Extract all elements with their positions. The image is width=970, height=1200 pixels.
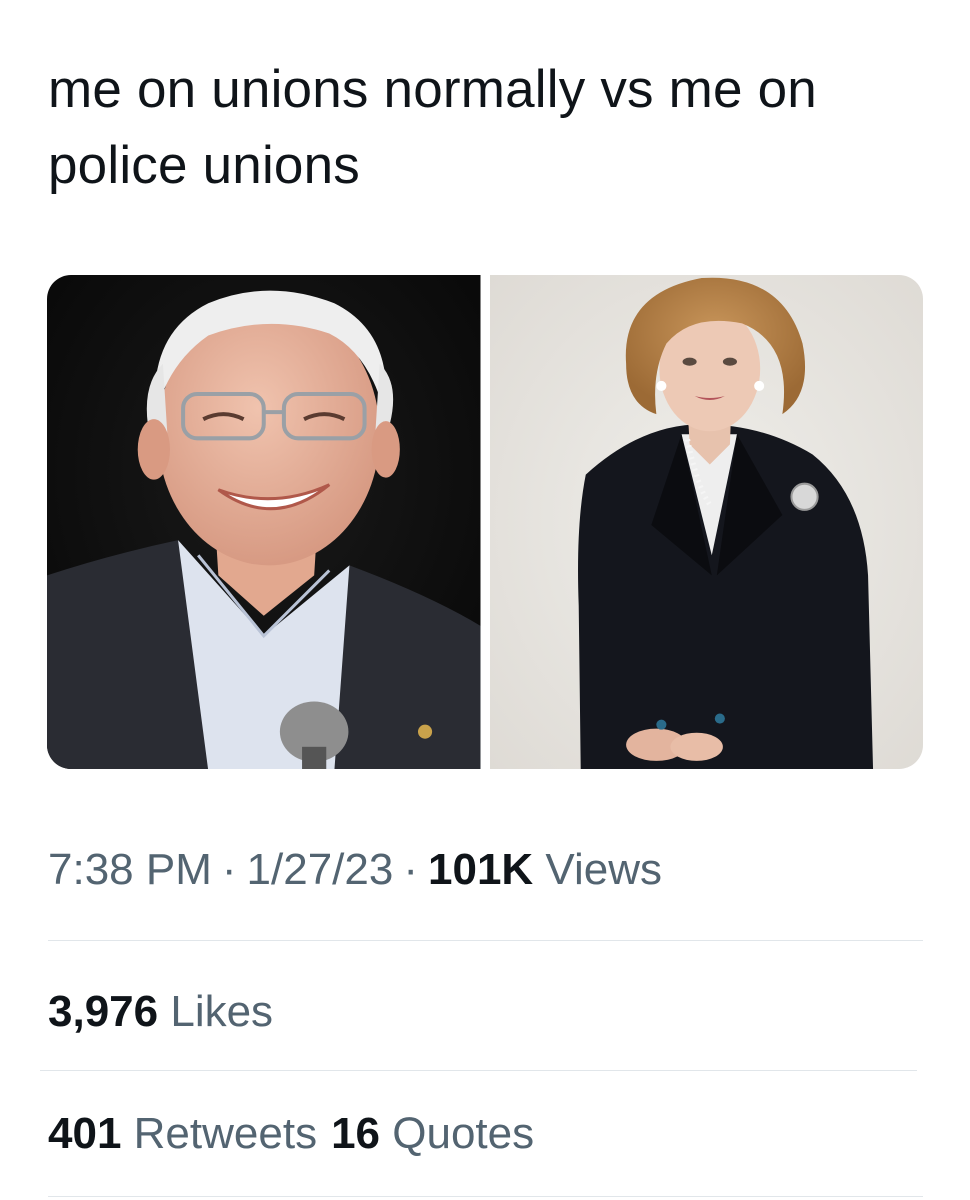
likes-stat[interactable]: 3,976 Likes <box>48 980 273 1044</box>
tweet-photo-left[interactable] <box>47 275 481 769</box>
retweets-stat[interactable]: 401 Retweets <box>48 1109 317 1158</box>
divider-top <box>48 940 923 941</box>
retweets-count: 401 <box>48 1109 122 1158</box>
photo-right-image <box>489 275 923 769</box>
quotes-label: Quotes <box>392 1109 535 1158</box>
tweet-photo-right[interactable] <box>489 275 923 769</box>
divider-bottom <box>48 1196 923 1197</box>
meta-separator: · <box>221 845 237 894</box>
quotes-count: 16 <box>331 1109 381 1158</box>
tweet-time[interactable]: 7:38 PM <box>48 845 212 894</box>
likes-label: Likes <box>170 987 274 1036</box>
meta-separator-2: · <box>403 845 418 894</box>
tweet-text: me on unions normally vs me on police un… <box>48 60 817 195</box>
views-count: 101K <box>428 845 534 894</box>
tweet-meta: 7:38 PM · 1/27/23 · 101K Views <box>48 838 662 902</box>
repost-stats: 401 Retweets 16 Quotes <box>48 1102 534 1166</box>
quotes-stat[interactable]: 16 Quotes <box>331 1109 534 1158</box>
retweets-label: Retweets <box>133 1109 318 1158</box>
views-label: Views <box>545 845 662 894</box>
likes-count: 3,976 <box>48 987 159 1036</box>
divider-middle <box>40 1070 917 1071</box>
photo-left-image <box>47 275 481 769</box>
tweet-date[interactable]: 1/27/23 <box>247 845 394 894</box>
tweet-media[interactable] <box>47 275 923 769</box>
